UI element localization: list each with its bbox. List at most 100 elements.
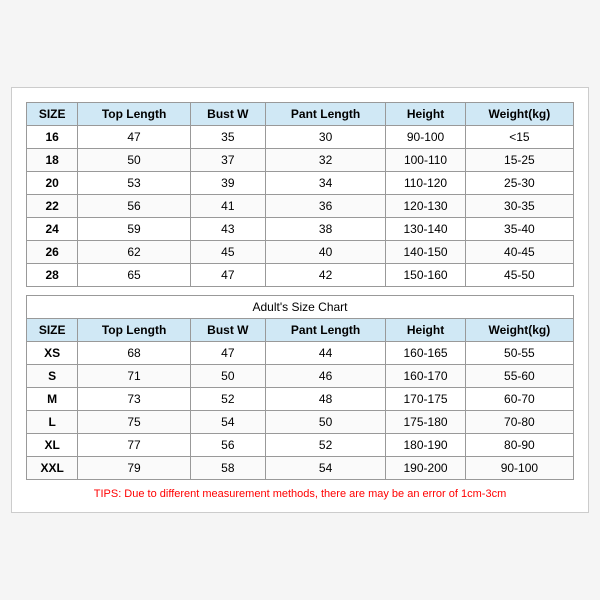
table-cell: M (27, 388, 78, 411)
table-cell: 90-100 (465, 457, 573, 480)
table-cell: 40 (265, 241, 385, 264)
table-cell: L (27, 411, 78, 434)
adult-col-size: SIZE (27, 319, 78, 342)
table-cell: 35-40 (465, 218, 573, 241)
children-tbody: 1647353090-100<1518503732100-11015-25205… (27, 126, 574, 287)
table-cell: 50-55 (465, 342, 573, 365)
table-row: 24594338130-14035-40 (27, 218, 574, 241)
table-cell: 120-130 (386, 195, 465, 218)
tips-row: TIPS: Due to different measurement metho… (26, 488, 574, 500)
table-cell: 47 (78, 126, 191, 149)
table-cell: 16 (27, 126, 78, 149)
table-row: XS684744160-16550-55 (27, 342, 574, 365)
adult-col-height: Height (386, 319, 465, 342)
table-cell: 41 (190, 195, 265, 218)
table-row: 20533934110-12025-30 (27, 172, 574, 195)
table-cell: 56 (190, 434, 265, 457)
table-row: L755450175-18070-80 (27, 411, 574, 434)
table-cell: XS (27, 342, 78, 365)
table-cell: 30-35 (465, 195, 573, 218)
children-table: SIZE Top Length Bust W Pant Length Heigh… (26, 102, 574, 287)
table-cell: 34 (265, 172, 385, 195)
table-cell: 54 (265, 457, 385, 480)
table-cell: 140-150 (386, 241, 465, 264)
table-cell: 26 (27, 241, 78, 264)
table-cell: 56 (78, 195, 191, 218)
table-cell: 28 (27, 264, 78, 287)
table-cell: 73 (78, 388, 191, 411)
table-cell: 175-180 (386, 411, 465, 434)
table-cell: 68 (78, 342, 191, 365)
table-row: 28654742150-16045-50 (27, 264, 574, 287)
table-cell: 24 (27, 218, 78, 241)
adult-header-row: SIZE Top Length Bust W Pant Length Heigh… (27, 319, 574, 342)
adult-col-toplength: Top Length (78, 319, 191, 342)
table-cell: 44 (265, 342, 385, 365)
table-cell: 32 (265, 149, 385, 172)
table-cell: 54 (190, 411, 265, 434)
adult-col-bustw: Bust W (190, 319, 265, 342)
table-cell: 62 (78, 241, 191, 264)
adult-section-title: Adult's Size Chart (27, 296, 574, 319)
table-cell: 70-80 (465, 411, 573, 434)
table-cell: 55-60 (465, 365, 573, 388)
table-cell: 52 (190, 388, 265, 411)
tips-text: TIPS: Due to different measurement metho… (94, 488, 506, 500)
table-cell: 39 (190, 172, 265, 195)
table-cell: 22 (27, 195, 78, 218)
table-cell: 80-90 (465, 434, 573, 457)
table-cell: 71 (78, 365, 191, 388)
table-cell: 18 (27, 149, 78, 172)
table-cell: 47 (190, 342, 265, 365)
table-cell: 47 (190, 264, 265, 287)
table-cell: S (27, 365, 78, 388)
table-row: XL775652180-19080-90 (27, 434, 574, 457)
children-header-row: SIZE Top Length Bust W Pant Length Heigh… (27, 103, 574, 126)
table-cell: 52 (265, 434, 385, 457)
table-cell: 75 (78, 411, 191, 434)
table-cell: 43 (190, 218, 265, 241)
table-cell: 30 (265, 126, 385, 149)
table-cell: XL (27, 434, 78, 457)
table-cell: 37 (190, 149, 265, 172)
table-cell: 160-170 (386, 365, 465, 388)
table-cell: 79 (78, 457, 191, 480)
table-cell: 58 (190, 457, 265, 480)
table-cell: 35 (190, 126, 265, 149)
table-cell: 150-160 (386, 264, 465, 287)
table-row: 22564136120-13030-35 (27, 195, 574, 218)
adult-section-title-row: Adult's Size Chart (27, 296, 574, 319)
table-cell: 50 (78, 149, 191, 172)
table-cell: 25-30 (465, 172, 573, 195)
children-col-bustw: Bust W (190, 103, 265, 126)
table-cell: 170-175 (386, 388, 465, 411)
adult-tbody: XS684744160-16550-55S715046160-17055-60M… (27, 342, 574, 480)
children-col-height: Height (386, 103, 465, 126)
table-cell: 46 (265, 365, 385, 388)
table-cell: 190-200 (386, 457, 465, 480)
table-cell: 180-190 (386, 434, 465, 457)
table-cell: 42 (265, 264, 385, 287)
table-cell: 100-110 (386, 149, 465, 172)
table-cell: 50 (190, 365, 265, 388)
table-cell: 130-140 (386, 218, 465, 241)
table-cell: 50 (265, 411, 385, 434)
table-cell: 77 (78, 434, 191, 457)
table-cell: 20 (27, 172, 78, 195)
children-col-size: SIZE (27, 103, 78, 126)
table-cell: 45-50 (465, 264, 573, 287)
table-cell: 160-165 (386, 342, 465, 365)
table-cell: 53 (78, 172, 191, 195)
adult-col-pantlength: Pant Length (265, 319, 385, 342)
children-col-weight: Weight(kg) (465, 103, 573, 126)
table-cell: 15-25 (465, 149, 573, 172)
adult-table: Adult's Size Chart SIZE Top Length Bust … (26, 295, 574, 480)
table-cell: 60-70 (465, 388, 573, 411)
table-row: XXL795854190-20090-100 (27, 457, 574, 480)
children-col-pantlength: Pant Length (265, 103, 385, 126)
table-cell: 59 (78, 218, 191, 241)
table-cell: 40-45 (465, 241, 573, 264)
table-cell: 65 (78, 264, 191, 287)
table-cell: <15 (465, 126, 573, 149)
table-row: 18503732100-11015-25 (27, 149, 574, 172)
